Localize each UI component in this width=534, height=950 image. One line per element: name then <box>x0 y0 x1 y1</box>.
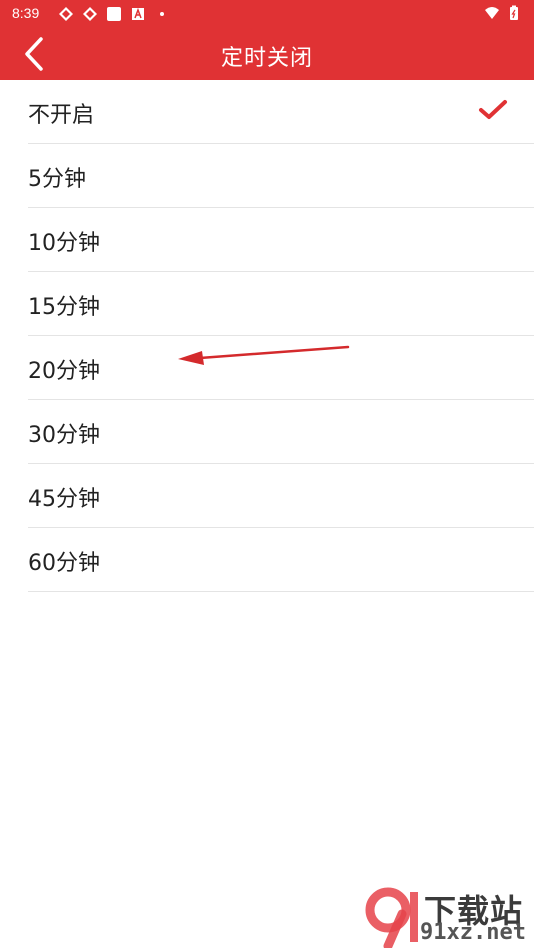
battery-icon <box>506 5 522 21</box>
timer-option-label: 5分钟 <box>28 167 86 192</box>
timer-option-label: 45分钟 <box>28 487 100 512</box>
timer-option-row[interactable]: 45分钟 <box>28 464 534 528</box>
page-title: 定时关闭 <box>220 46 313 71</box>
timer-option-label: 不开启 <box>28 103 95 128</box>
watermark: 下载站 91xz.net <box>360 886 530 948</box>
timer-option-label: 10分钟 <box>28 231 100 256</box>
timer-option-row[interactable]: 20分钟 <box>28 336 534 400</box>
watermark-logo-icon <box>365 887 418 948</box>
app-bar: 定时关闭 <box>0 28 534 80</box>
timer-option-label: 60分钟 <box>28 551 100 576</box>
status-system-icons <box>484 5 522 21</box>
timer-option-list: 不开启 5分钟 10分钟 15分钟 20分钟 30分钟 45分钟 60分钟 <box>0 80 534 592</box>
timer-option-label: 15分钟 <box>28 295 100 320</box>
timer-option-row[interactable]: 15分钟 <box>28 272 534 336</box>
timer-option-row[interactable]: 不开启 <box>28 80 534 144</box>
status-bar: 8:39 <box>0 0 534 28</box>
timer-option-row[interactable]: 30分钟 <box>28 400 534 464</box>
square-icon <box>106 6 122 22</box>
timer-option-row[interactable]: 10分钟 <box>28 208 534 272</box>
status-time: 8:39 <box>12 5 40 21</box>
watermark-domain: 91xz.net <box>420 920 526 945</box>
a-icon <box>130 6 146 22</box>
app-icon-1 <box>58 6 74 22</box>
app-icon-2 <box>82 6 98 22</box>
timer-option-row[interactable]: 5分钟 <box>28 144 534 208</box>
checkmark-icon <box>479 100 507 119</box>
dot-icon <box>154 6 170 22</box>
timer-option-label: 20分钟 <box>28 359 100 384</box>
wifi-icon <box>484 5 500 21</box>
timer-option-label: 30分钟 <box>28 423 100 448</box>
timer-option-row[interactable]: 60分钟 <box>28 528 534 592</box>
status-notification-icons <box>58 6 170 22</box>
